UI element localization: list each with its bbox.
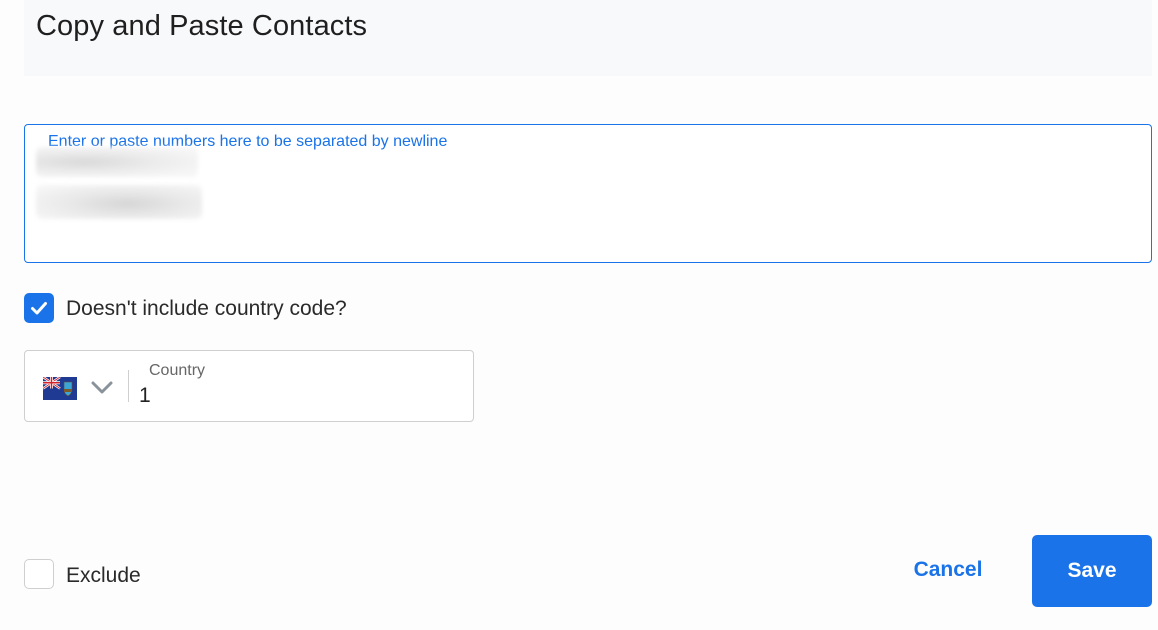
country-code-input[interactable]: 1	[139, 384, 151, 408]
checkmark-icon	[31, 302, 47, 315]
redacted-number	[36, 147, 198, 177]
dialog-header: Copy and Paste Contacts	[24, 0, 1152, 76]
country-code-checkbox-label: Doesn't include country code?	[66, 297, 347, 320]
save-button[interactable]: Save	[1032, 535, 1152, 607]
exclude-checkbox-label: Exclude	[66, 564, 141, 587]
dialog-title: Copy and Paste Contacts	[36, 10, 368, 42]
exclude-checkbox[interactable]	[24, 559, 54, 589]
numbers-textarea[interactable]: Enter or paste numbers here to be separa…	[24, 124, 1152, 263]
field-divider	[128, 370, 129, 402]
cancel-button[interactable]: Cancel	[900, 552, 996, 588]
montserrat-flag-icon[interactable]	[43, 377, 77, 400]
country-code-selector[interactable]: Country 1	[24, 350, 474, 422]
country-field-label: Country	[149, 362, 206, 379]
chevron-down-icon[interactable]	[89, 378, 115, 396]
country-code-checkbox[interactable]	[24, 293, 54, 323]
redacted-number	[36, 185, 202, 219]
